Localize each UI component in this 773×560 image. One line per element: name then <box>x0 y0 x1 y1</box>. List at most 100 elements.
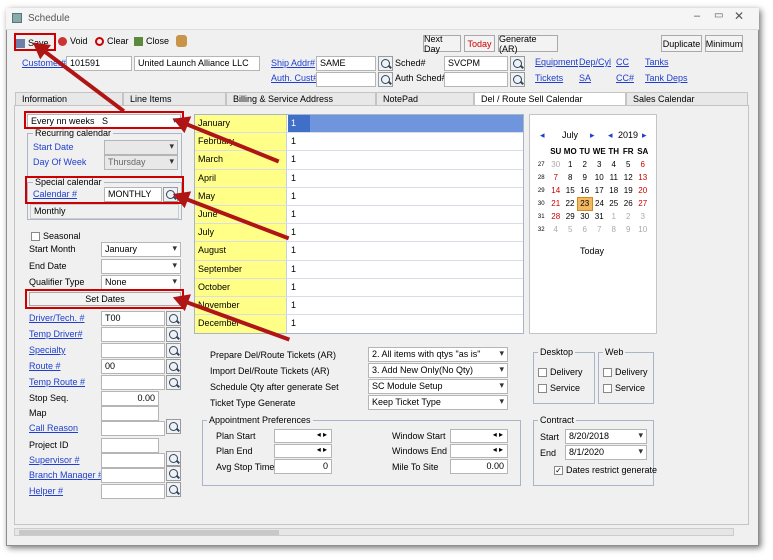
calendar-today-button[interactable]: Today <box>580 246 604 256</box>
ticket-type-select[interactable]: Keep Ticket Type <box>368 395 508 410</box>
month-value[interactable]: 1 <box>288 170 310 187</box>
calendar-day[interactable]: 4 <box>607 158 622 171</box>
temp-driver-link[interactable]: Temp Driver# <box>29 329 83 339</box>
calendar-day[interactable]: 8 <box>563 171 578 184</box>
supervisor-search-icon[interactable] <box>166 451 181 466</box>
calendar-day[interactable]: 8 <box>607 223 622 236</box>
plan-start-field[interactable]: ◂ ▸ <box>274 429 332 443</box>
temp-route-field[interactable] <box>101 375 165 390</box>
calendar-month[interactable]: July <box>562 130 578 140</box>
calendar-day[interactable]: 6 <box>578 223 593 236</box>
calendar-day[interactable]: 12 <box>621 171 636 184</box>
specialty-link[interactable]: Specialty <box>29 345 66 355</box>
calendar-day[interactable]: 13 <box>636 171 651 184</box>
calendar-day[interactable]: 30 <box>578 210 593 223</box>
month-row[interactable]: September 1 <box>195 260 523 279</box>
month-row[interactable]: August 1 <box>195 242 523 261</box>
calendar-day[interactable]: 25 <box>607 197 622 210</box>
horizontal-scrollbar[interactable] <box>14 528 734 536</box>
calendar-day[interactable]: 24 <box>592 197 607 210</box>
specialty-search-icon[interactable] <box>166 343 181 358</box>
calendar-day[interactable]: 17 <box>592 184 607 197</box>
ship-addr-search-icon[interactable] <box>378 56 393 71</box>
plan-end-field[interactable]: ◂ ▸ <box>274 444 332 458</box>
temp-route-link[interactable]: Temp Route # <box>29 377 85 387</box>
next-day-button[interactable]: Next Day <box>423 34 461 54</box>
dep-cyl-link[interactable]: Dep/Cyl <box>579 57 611 67</box>
month-row[interactable]: March 1 <box>195 151 523 170</box>
today-button[interactable]: Today <box>464 35 495 52</box>
month-value[interactable]: 1 <box>288 133 310 150</box>
avg-stop-field[interactable]: 0 <box>274 459 332 474</box>
temp-driver-search-icon[interactable] <box>166 327 181 342</box>
end-date-field[interactable] <box>101 259 181 274</box>
web-service-checkbox[interactable]: Service <box>603 383 645 394</box>
calendar-day[interactable]: 26 <box>621 197 636 210</box>
calendar-day[interactable]: 9 <box>578 171 593 184</box>
scrollbar-thumb[interactable] <box>19 530 279 535</box>
stop-seq-field[interactable]: 0.00 <box>101 391 159 406</box>
calendar-day[interactable]: 10 <box>636 223 651 236</box>
driver-field[interactable]: T00 <box>101 311 165 326</box>
route-search-icon[interactable] <box>166 359 181 374</box>
sched-search-icon[interactable] <box>510 56 525 71</box>
web-delivery-checkbox[interactable]: Delivery <box>603 367 648 378</box>
calendar-day[interactable]: 7 <box>549 171 564 184</box>
maximize-icon[interactable]: ▭ <box>714 10 723 21</box>
calendar-day[interactable]: 22 <box>563 197 578 210</box>
month-value[interactable]: 1 <box>288 224 310 241</box>
month-value[interactable]: 1 <box>288 315 310 333</box>
dates-restrict-checkbox[interactable]: ✓ Dates restrict generate <box>554 465 657 476</box>
calendar-day[interactable]: 5 <box>621 158 636 171</box>
seasonal-checkbox[interactable]: Seasonal <box>31 231 81 242</box>
calendar-day[interactable]: 28 <box>549 210 564 223</box>
calendar-day-today[interactable]: 23 <box>577 196 593 211</box>
calendar-day[interactable]: 15 <box>563 184 578 197</box>
ship-addr-link[interactable]: Ship Addr# <box>271 58 315 68</box>
mile-to-site-field[interactable]: 0.00 <box>450 459 508 474</box>
desktop-delivery-checkbox[interactable]: Delivery <box>538 367 583 378</box>
project-id-field[interactable] <box>101 438 159 453</box>
call-reason-search-icon[interactable] <box>166 419 181 434</box>
month-value[interactable]: 1 <box>288 261 310 278</box>
start-month-select[interactable]: January <box>101 242 181 257</box>
desktop-service-checkbox[interactable]: Service <box>538 383 580 394</box>
tank-deps-link[interactable]: Tank Deps <box>645 73 688 83</box>
customer-number-field[interactable]: 101591 <box>66 56 132 71</box>
import-select[interactable]: 3. Add New Only(No Qty) <box>368 363 508 378</box>
call-reason-field[interactable] <box>101 421 165 436</box>
tanks-link[interactable]: Tanks <box>645 57 669 67</box>
sa-link[interactable]: SA <box>579 73 591 83</box>
calendar-day[interactable]: 9 <box>621 223 636 236</box>
auth-cust-search-icon[interactable] <box>378 72 393 87</box>
calendar-day[interactable]: 4 <box>549 223 564 236</box>
calendar-year[interactable]: 2019 <box>618 130 638 140</box>
temp-route-search-icon[interactable] <box>166 375 181 390</box>
helper-field[interactable] <box>101 484 165 499</box>
auth-cust-field[interactable] <box>316 72 376 87</box>
tab-billing-service-address[interactable]: Billing & Service Address <box>226 92 376 106</box>
auth-cust-link[interactable]: Auth. Cust# <box>271 73 318 83</box>
month-row[interactable]: April 1 <box>195 169 523 188</box>
month-value[interactable]: 1 <box>288 188 310 205</box>
void-button[interactable]: Void <box>58 36 88 46</box>
users-icon[interactable] <box>176 35 187 47</box>
tab-sales-calendar[interactable]: Sales Calendar <box>626 92 748 106</box>
calendar-day[interactable]: 3 <box>636 210 651 223</box>
month-value[interactable]: 1 <box>288 206 310 223</box>
branch-manager-field[interactable] <box>101 468 165 483</box>
temp-driver-field[interactable] <box>101 327 165 342</box>
month-row[interactable]: January 1 <box>195 115 523 134</box>
month-row[interactable]: May 1 <box>195 187 523 206</box>
calendar-day[interactable]: 7 <box>592 223 607 236</box>
start-date-field[interactable] <box>104 140 178 155</box>
window-start-field[interactable]: ◂ ▸ <box>450 429 508 443</box>
calendar-day[interactable]: 30 <box>549 158 564 171</box>
contract-end-field[interactable]: 8/1/2020 <box>565 445 647 460</box>
calendar-day[interactable]: 5 <box>563 223 578 236</box>
auth-sched-search-icon[interactable] <box>510 72 525 87</box>
schedule-qty-select[interactable]: SC Module Setup <box>368 379 508 394</box>
call-reason-link[interactable]: Call Reason <box>29 423 78 433</box>
close-window-icon[interactable]: ✕ <box>734 9 744 23</box>
branch-manager-search-icon[interactable] <box>166 466 181 481</box>
